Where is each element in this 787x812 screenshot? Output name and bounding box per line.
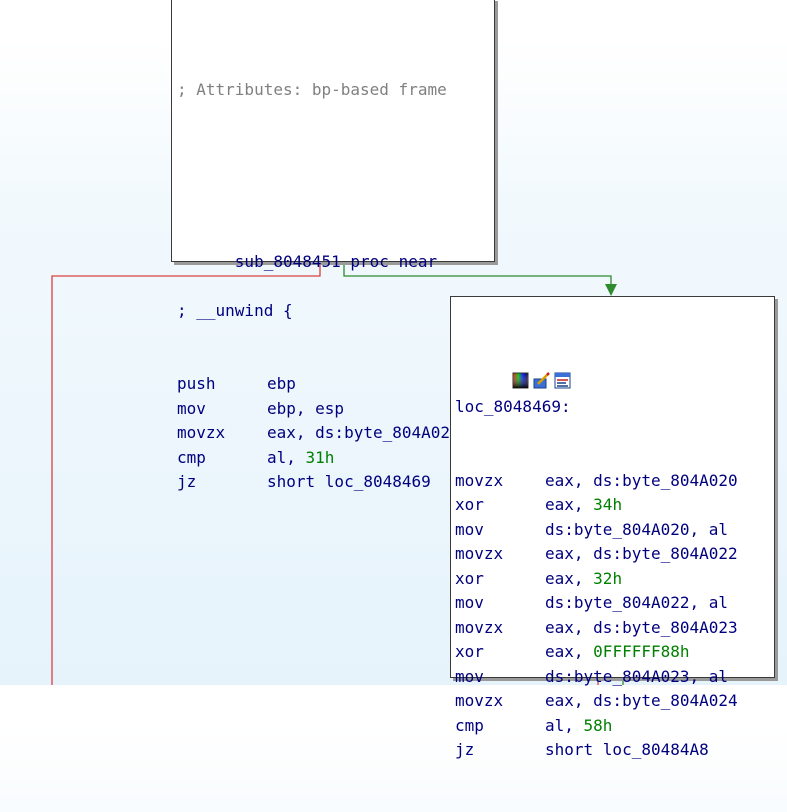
mnemonic: mov: [455, 593, 484, 612]
instruction-line[interactable]: mov ds:byte_804A023, al: [455, 665, 773, 690]
instruction-line[interactable]: cmp al, 58h: [455, 714, 773, 739]
operands: eax, 34h: [545, 493, 622, 518]
immediate-value: 34h: [593, 495, 623, 514]
operands: al, 58h: [545, 714, 612, 739]
basic-block-sub_8048451[interactable]: ; Attributes: bp-based frame sub_8048451…: [171, 0, 495, 491]
operands: ds:byte_804A020, al: [545, 518, 728, 543]
operands: eax, ds:byte_804A022: [545, 542, 738, 567]
proc-keyword: proc near: [350, 251, 438, 271]
operands: eax, ds:byte_804A024: [545, 689, 738, 714]
operands: short loc_80484A8: [545, 738, 709, 763]
operand-text: eax,: [545, 495, 594, 514]
immediate-value: 58h: [583, 715, 613, 735]
mnemonic: movzx: [455, 470, 504, 490]
edge-true-arrowhead: [605, 284, 617, 296]
instruction-line[interactable]: cmp al, 31h: [177, 446, 493, 471]
operands: eax, 32h: [545, 567, 622, 592]
proc-name[interactable]: sub_8048451: [235, 252, 341, 271]
mnemonic: movzx: [455, 544, 504, 563]
operand-text: ds:byte_804A022, al: [545, 593, 729, 612]
mnemonic: jz: [455, 740, 475, 759]
frame-comment: ; Attributes: bp-based frame: [177, 80, 447, 99]
mnemonic: xor: [455, 568, 484, 588]
mnemonic: xor: [455, 642, 484, 661]
instruction-line[interactable]: movzx eax, ds:byte_804A023: [455, 616, 773, 641]
instruction-line[interactable]: xor eax, 32h: [455, 567, 773, 592]
instruction-line[interactable]: xor eax, 34h: [455, 493, 773, 518]
operand-text: eax, ds:byte_804A024: [545, 691, 738, 710]
instruction-line[interactable]: jz short loc_80484A8: [455, 738, 773, 763]
instruction-line[interactable]: mov ebp, esp: [177, 397, 493, 422]
operand-text: ebp: [267, 374, 296, 393]
operands: eax, ds:byte_804A023: [545, 616, 738, 641]
operands: ebp, esp: [267, 397, 344, 422]
operand-text: ds:byte_804A023, al: [545, 666, 729, 686]
instruction-line[interactable]: movzx eax, ds:byte_804A024: [455, 689, 773, 714]
mnemonic: mov: [455, 519, 484, 539]
immediate-value: 31h: [305, 447, 335, 467]
operand-text: short loc_80484A8: [545, 740, 709, 759]
instruction-line[interactable]: push ebp: [177, 372, 493, 397]
immediate-value: 32h: [593, 568, 623, 588]
operand-text: al,: [545, 715, 584, 735]
operand-text: eax, ds:byte_804A022: [545, 544, 738, 563]
mnemonic: movzx: [455, 617, 504, 637]
mnemonic: mov: [177, 398, 206, 418]
operands: ebp: [267, 372, 296, 397]
operands: ds:byte_804A023, al: [545, 665, 728, 690]
operands: eax, ds:byte_804A021: [267, 421, 460, 446]
operand-text: eax, ds:byte_804A023: [545, 617, 738, 637]
operand-text: eax,: [545, 642, 594, 661]
operand-text: eax, ds:byte_804A021: [267, 423, 460, 442]
proc-declaration: sub_8048451 proc near: [177, 225, 493, 271]
block-label[interactable]: loc_8048469:: [455, 395, 773, 420]
operand-text: ebp, esp: [267, 398, 345, 418]
operand-text: al,: [267, 447, 306, 467]
instruction-line[interactable]: xor eax, 0FFFFFF88h: [455, 640, 773, 665]
instruction-line[interactable]: movzx eax, ds:byte_804A020: [455, 469, 773, 494]
mnemonic: push: [177, 374, 216, 393]
mnemonic: jz: [177, 472, 197, 491]
operand-text: short loc_8048469: [267, 472, 431, 491]
instruction-line[interactable]: movzx eax, ds:byte_804A022: [455, 542, 773, 567]
instruction-line[interactable]: mov ds:byte_804A020, al: [455, 518, 773, 543]
operands: al, 31h: [267, 446, 334, 471]
operand-text: ds:byte_804A020, al: [545, 519, 729, 539]
instruction-line[interactable]: jz short loc_8048469: [177, 470, 493, 495]
mnemonic: movzx: [177, 423, 226, 442]
instruction-line[interactable]: movzx eax, ds:byte_804A021: [177, 421, 493, 446]
mnemonic: xor: [455, 495, 484, 514]
immediate-value: 0FFFFFF88h: [593, 642, 690, 661]
operands: short loc_8048469: [267, 470, 431, 495]
operands: ds:byte_804A022, al: [545, 591, 728, 616]
operand-text: eax,: [545, 568, 594, 588]
mnemonic: mov: [455, 666, 484, 686]
unwind-comment: ; __unwind {: [177, 300, 293, 320]
basic-block-loc_8048469[interactable]: loc_8048469: movzx eax, ds:byte_804A020xo…: [450, 296, 775, 759]
mnemonic: cmp: [455, 715, 484, 735]
mnemonic: movzx: [455, 691, 504, 710]
mnemonic: cmp: [177, 447, 206, 467]
operand-text: eax, ds:byte_804A020: [545, 470, 738, 490]
operands: eax, ds:byte_804A020: [545, 469, 738, 494]
operands: eax, 0FFFFFF88h: [545, 640, 690, 665]
instruction-line[interactable]: mov ds:byte_804A022, al: [455, 591, 773, 616]
